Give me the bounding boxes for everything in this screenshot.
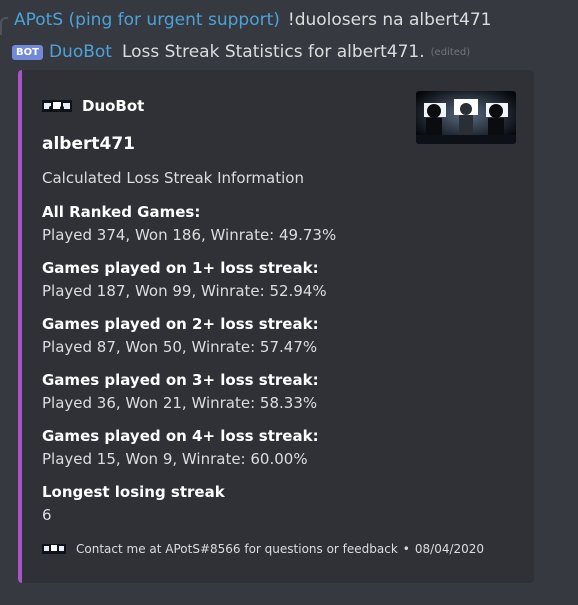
field-name: Games played on 3+ loss streak: [42, 371, 319, 389]
embed-field: Games played on 3+ loss streak: Played 3… [42, 369, 512, 425]
embed-author-name: DuoBot [82, 97, 145, 115]
embed-author: DuoBot [42, 97, 144, 115]
message-author-name[interactable]: DuoBot [49, 42, 112, 62]
footer-timestamp: 08/04/2020 [414, 542, 485, 556]
bot-footer-icon [42, 544, 66, 554]
reply-spine [0, 17, 8, 35]
field-value: Played 36, Won 21, Winrate: 58.33% [42, 394, 318, 412]
footer-text: Contact me at APotS#8566 for questions o… [76, 542, 398, 556]
reply-message-text[interactable]: !duolosers na albert471 [288, 10, 492, 30]
embed-field: Games played on 1+ loss streak: Played 1… [42, 257, 512, 313]
embed-fields: All Ranked Games: Played 374, Won 186, W… [42, 201, 512, 537]
embed-field: All Ranked Games: Played 374, Won 186, W… [42, 201, 512, 257]
embed-card: DuoBot albert471 Calculated Loss Streak … [18, 70, 534, 583]
embed-field: Games played on 4+ loss streak: Played 1… [42, 425, 512, 481]
field-name: All Ranked Games: [42, 203, 201, 221]
embed-field: Longest losing streak 6 [42, 481, 512, 537]
field-value: 6 [42, 506, 52, 524]
reply-author-name[interactable]: APotS (ping for urgent support) [14, 10, 280, 30]
footer-separator: • [402, 542, 410, 556]
bot-tag: BOT [12, 44, 43, 60]
field-value: Played 187, Won 99, Winrate: 52.94% [42, 282, 327, 300]
embed-description: Calculated Loss Streak Information [42, 169, 304, 187]
field-name: Games played on 4+ loss streak: [42, 427, 319, 445]
bot-avatar-icon [42, 100, 72, 112]
field-value: Played 374, Won 186, Winrate: 49.73% [42, 226, 337, 244]
reply-reference[interactable]: APotS (ping for urgent support) !duolose… [0, 8, 492, 35]
monitors-thumbnail-image [416, 91, 516, 144]
embed-field: Games played on 2+ loss streak: Played 8… [42, 313, 512, 369]
field-value: Played 15, Won 9, Winrate: 60.00% [42, 450, 308, 468]
field-name: Games played on 1+ loss streak: [42, 259, 319, 277]
embed-title: albert471 [42, 134, 135, 154]
message-header: BOT DuoBot Loss Streak Statistics for al… [12, 42, 470, 62]
edited-label: (edited) [430, 46, 471, 58]
embed-footer: Contact me at APotS#8566 for questions o… [42, 542, 484, 556]
field-value: Played 87, Won 50, Winrate: 57.47% [42, 338, 318, 356]
message-content: Loss Streak Statistics for albert471. [121, 42, 425, 62]
field-name: Games played on 2+ loss streak: [42, 315, 319, 333]
embed-thumbnail[interactable] [416, 91, 516, 144]
field-name: Longest losing streak [42, 483, 225, 501]
